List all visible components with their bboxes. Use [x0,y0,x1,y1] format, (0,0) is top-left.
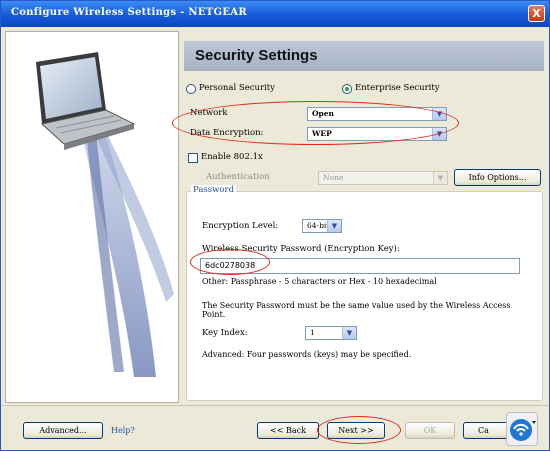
authentication-label: Authentication [206,172,270,182]
personal-security-radio[interactable] [186,84,196,94]
window-title: Configure Wireless Settings - NETGEAR [11,7,247,18]
chevron-down-icon[interactable]: ▼ [327,220,341,232]
authentication-value: None [323,173,344,182]
password-group-legend: Password [191,185,237,195]
help-link[interactable]: Help? [111,426,135,435]
key-index-label: Key Index: [202,328,248,338]
footer-divider [1,405,549,406]
annotation-ellipse-network-encryption [172,101,459,145]
authentication-select[interactable]: None ▼ [318,171,448,185]
chevron-down-icon[interactable]: ▼ [433,172,447,184]
password-note: The Security Password must be the same v… [202,301,511,319]
chevron-down-icon[interactable]: ▼ [342,327,356,339]
configure-wireless-window: Configure Wireless Settings - NETGEAR X [0,0,550,451]
key-index-select[interactable]: 1 ▼ [305,326,357,340]
info-options-button[interactable]: Info Options... [454,169,541,186]
password-hint: Other: Passphrase - 5 characters or Hex … [202,277,437,286]
encryption-level-select[interactable]: 64-bit ▼ [302,219,342,233]
password-group: Password Encryption Level: 64-bit ▼ Wire… [186,185,543,401]
encryption-level-label: Encryption Level: [202,221,279,231]
key-index-value: 1 [310,328,315,337]
main-panel: Security Settings Personal Security Ente… [172,31,544,401]
enterprise-security-label: Enterprise Security [355,83,440,93]
laptop-icon [36,52,174,377]
enterprise-security-radio[interactable] [342,84,352,94]
section-banner: Security Settings [184,41,544,71]
enable-8021x-checkbox[interactable] [188,153,198,163]
enable-8021x-label: Enable 802.1x [201,152,263,162]
ok-button[interactable]: OK [405,422,455,439]
advanced-note: Advanced: Four passwords (keys) may be s… [202,350,412,359]
page-title: Security Settings [195,47,318,64]
back-button[interactable]: << Back [257,422,319,439]
annotation-ellipse-password [190,249,270,275]
annotation-ellipse-next [317,416,401,444]
advanced-button[interactable]: Advanced... [23,422,103,439]
personal-security-label: Personal Security [199,83,275,93]
title-bar: Configure Wireless Settings - NETGEAR X [1,1,549,27]
encryption-level-value: 64-bit [307,221,330,230]
close-icon[interactable]: X [528,5,545,22]
wireless-icon[interactable] [506,412,538,446]
illustration-pane [5,31,179,403]
